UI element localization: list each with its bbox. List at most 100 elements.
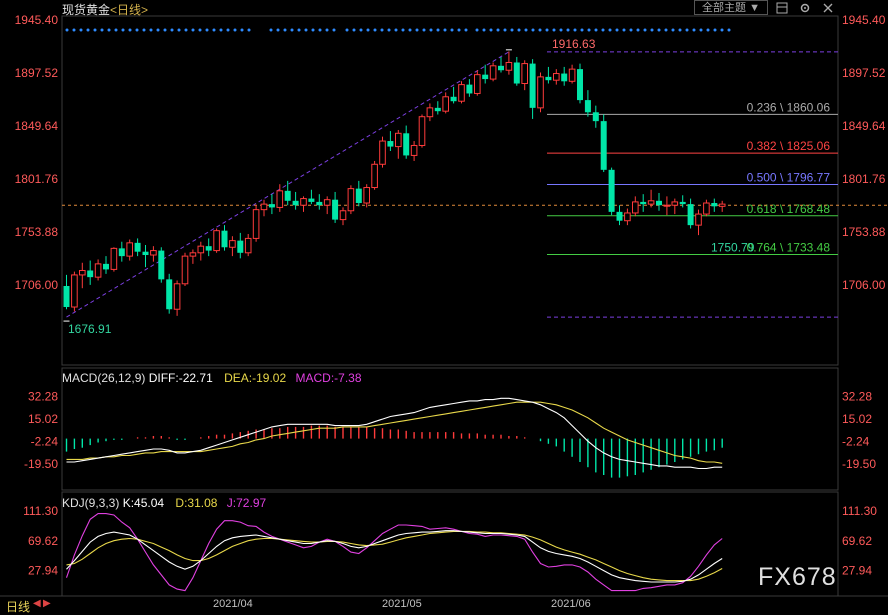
event-marker-dot [415, 28, 419, 32]
candle-body [189, 252, 197, 257]
event-marker-dot [457, 28, 461, 32]
event-marker-dot [559, 28, 563, 32]
event-marker-dot [622, 28, 626, 32]
chart-canvas: 1945.40 1945.40 1897.52 1897.52 1849.64 1849.… [0, 13, 888, 597]
event-marker-dot [429, 28, 433, 32]
candle-body [632, 201, 639, 214]
candle-body [87, 270, 94, 278]
event-marker-dot [219, 28, 223, 32]
candle-body [332, 199, 339, 220]
event-marker-dot [100, 28, 104, 32]
event-marker-dot [482, 28, 486, 32]
event-marker-dot [601, 28, 605, 32]
event-marker-dot [587, 28, 591, 32]
event-marker-dot [720, 28, 724, 32]
candle-body [537, 76, 544, 109]
gear-icon[interactable] [797, 0, 813, 15]
candle-body [63, 285, 70, 308]
event-marker-dot [387, 28, 391, 32]
event-marker-dot [422, 28, 426, 32]
event-marker-dot [517, 28, 521, 32]
event-marker-dot [79, 28, 83, 32]
close-icon[interactable] [820, 0, 836, 15]
candle-body [244, 237, 252, 254]
event-marker-dot [531, 28, 535, 32]
candle-body [403, 133, 410, 156]
event-marker-dot [678, 28, 682, 32]
theme-select-label: 全部主题 [702, 2, 747, 14]
candle-body [577, 69, 583, 101]
candle-body [616, 211, 623, 221]
event-marker-dot [580, 28, 584, 32]
scroll-left-icon[interactable]: ◀ [33, 598, 41, 609]
event-marker-dot [489, 28, 493, 32]
event-marker-dot [191, 28, 195, 32]
event-marker-dot [727, 28, 731, 32]
candle-body [640, 201, 647, 205]
candle-body [584, 100, 591, 113]
event-marker-dot [142, 28, 146, 32]
candle-body [197, 245, 205, 254]
theme-select-button[interactable]: 全部主题 ▼ [694, 0, 768, 15]
y-tick-label: -19.50 [24, 457, 58, 471]
candle-body [252, 209, 260, 239]
candle-body [268, 204, 275, 208]
watermark-logo: FX678 [758, 563, 837, 591]
event-marker-dot [184, 28, 188, 32]
candle-body [521, 63, 529, 85]
event-marker-dot [545, 28, 549, 32]
candle-body [260, 203, 268, 211]
event-marker-dot [629, 28, 633, 32]
event-marker-dot [373, 28, 377, 32]
candle-body [513, 62, 520, 84]
macd-dif-value: DIFF:-22.71 [148, 371, 213, 385]
event-marker-dot [380, 28, 384, 32]
event-marker-dot [290, 28, 294, 32]
candle-body [284, 190, 291, 201]
event-marker-dot [240, 28, 244, 32]
layout-icon[interactable] [774, 0, 790, 15]
y-tick-label: 1753.88 [15, 225, 59, 239]
candle-body [205, 246, 212, 251]
y-tick-label: 27.94 [28, 564, 58, 578]
candle-body [103, 263, 109, 270]
period-label[interactable]: <日线> [110, 3, 148, 17]
candle-body [442, 96, 449, 112]
candle-body [166, 279, 173, 310]
candle-body [371, 163, 378, 189]
y-tick-label: -2.24 [31, 435, 59, 449]
candle-body [181, 255, 189, 285]
event-marker-dot [443, 28, 447, 32]
event-marker-dot [524, 28, 528, 32]
event-marker-dot [311, 28, 315, 32]
event-marker-dot [135, 28, 139, 32]
scroll-right-icon[interactable]: ▶ [43, 598, 51, 609]
main-panel-border [61, 15, 839, 366]
event-marker-dot [325, 28, 329, 32]
macd-dea-line [66, 401, 723, 464]
macd-panel-border [61, 367, 839, 491]
candle-body [363, 187, 370, 204]
candle-body [118, 248, 125, 257]
candle-body [339, 210, 347, 221]
candle-body [687, 204, 694, 226]
event-marker-dot [149, 28, 153, 32]
event-marker-dot [552, 28, 556, 32]
event-marker-dot [276, 28, 280, 32]
fib-level-label: 0.618 \ 1768.48 [747, 202, 831, 216]
candle-body [608, 169, 615, 212]
y-tick-label: 69.62 [842, 534, 872, 548]
candle-body [173, 283, 181, 310]
event-marker-dot [247, 28, 251, 32]
candle-body [600, 121, 607, 170]
candle-body [316, 201, 323, 206]
event-marker-dot [692, 28, 696, 32]
x-tick-label: 2021/06 [551, 598, 591, 610]
candle-body [158, 250, 165, 280]
y-tick-label: -19.50 [842, 457, 876, 471]
event-marker-dot [297, 28, 301, 32]
chart-header: 现货黄金<日线> [62, 1, 148, 18]
kdj-title: KDJ(9,3,3) [62, 496, 120, 510]
y-tick-label: 1753.88 [842, 225, 886, 239]
bottom-period-tab[interactable]: 日线 [6, 598, 30, 615]
